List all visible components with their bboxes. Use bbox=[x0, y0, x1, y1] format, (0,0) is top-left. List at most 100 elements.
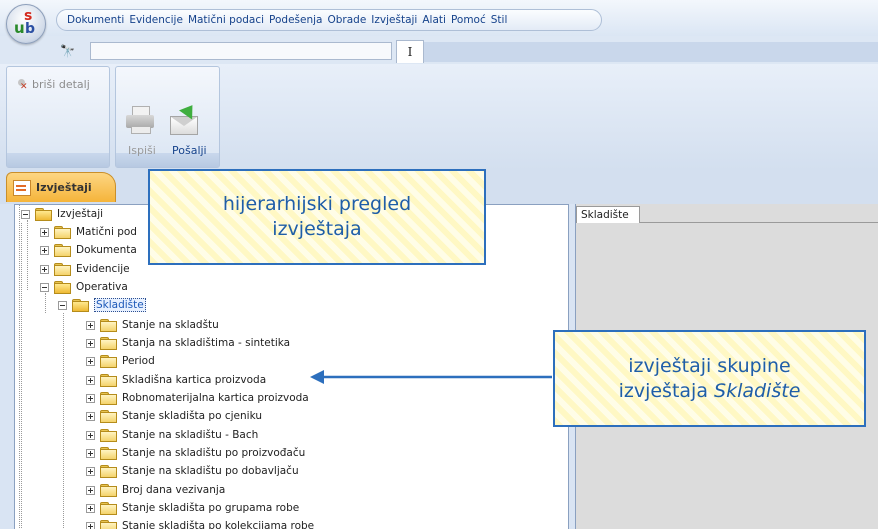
folder-icon bbox=[100, 501, 117, 515]
tab-izvjestaji[interactable]: Izvještaji bbox=[6, 172, 116, 202]
tree-node-report[interactable]: Skladišna kartica proizvoda bbox=[86, 371, 266, 389]
tree-node-report[interactable]: Stanje skladišta po kolekcijama robe bbox=[86, 517, 314, 529]
callout-arrow bbox=[310, 370, 552, 384]
tree-label: Period bbox=[122, 355, 155, 367]
tree-node-operativa[interactable]: Operativa bbox=[40, 278, 128, 296]
tree-label: Stanje na skladištu po proizvođaču bbox=[122, 447, 306, 459]
tree-label: Skladišna kartica proizvoda bbox=[122, 374, 267, 386]
tree-node-izvjestaji[interactable]: Izvještaji bbox=[21, 205, 103, 223]
tree-label-selected: Skladište bbox=[94, 298, 146, 312]
expand-icon[interactable] bbox=[86, 485, 95, 495]
expand-icon[interactable] bbox=[40, 227, 49, 237]
tree-label: Broj dana vezivanja bbox=[122, 484, 226, 496]
send-icon[interactable] bbox=[170, 100, 199, 135]
tree-node-maticni-podaci[interactable]: Matični pod bbox=[40, 223, 137, 241]
tree-node-report[interactable]: Stanje na skladištu po proizvođaču bbox=[86, 444, 305, 462]
tree-connector bbox=[45, 293, 46, 313]
tree-label: Evidencije bbox=[76, 263, 130, 275]
folder-icon bbox=[54, 262, 71, 276]
menu-item-evidencije[interactable]: Evidencije bbox=[129, 14, 183, 26]
tree-node-dokumenta[interactable]: Dokumenta bbox=[40, 241, 137, 259]
binoculars-icon[interactable]: 🔭 bbox=[60, 44, 75, 58]
tree-node-report[interactable]: Stanje na skladštu bbox=[86, 316, 219, 334]
collapse-icon[interactable] bbox=[21, 209, 30, 219]
print-button-label[interactable]: Ispiši bbox=[128, 144, 156, 157]
expand-icon[interactable] bbox=[86, 466, 95, 476]
menu-item-stil[interactable]: Stil bbox=[491, 14, 508, 26]
tree-node-report[interactable]: Stanje skladišta po grupama robe bbox=[86, 499, 299, 517]
send-button-label[interactable]: Pošalji bbox=[172, 144, 207, 157]
tree-node-report[interactable]: Stanja na skladištima - sintetika bbox=[86, 334, 290, 352]
callout-hierarchy: hijerarhijski pregled izvještaja bbox=[148, 169, 486, 265]
tree-node-report[interactable]: Stanje na skladištu po dobavljaču bbox=[86, 462, 299, 480]
delete-detail-button[interactable]: briši detalj bbox=[16, 78, 90, 92]
expand-icon[interactable] bbox=[86, 430, 95, 440]
menu-item-dokumenti[interactable]: Dokumenti bbox=[67, 14, 124, 26]
expand-icon[interactable] bbox=[86, 375, 95, 385]
tree-label: Izvještaji bbox=[57, 208, 104, 220]
menu-item-alati[interactable]: Alati bbox=[422, 14, 446, 26]
delete-detail-icon bbox=[16, 78, 28, 92]
tree-connector bbox=[27, 220, 28, 290]
expand-icon[interactable] bbox=[86, 320, 95, 330]
collapse-icon[interactable] bbox=[40, 282, 49, 292]
tree-label: Stanje skladišta po cjeniku bbox=[122, 410, 262, 422]
tree-node-report[interactable]: Stanje na skladištu - Bach bbox=[86, 426, 258, 444]
expand-icon[interactable] bbox=[86, 503, 95, 513]
folder-icon bbox=[100, 428, 117, 442]
delete-detail-label: briši detalj bbox=[32, 78, 90, 91]
tree-label: Stanje na skladštu bbox=[122, 319, 219, 331]
folder-icon bbox=[100, 446, 117, 460]
expand-icon[interactable] bbox=[40, 264, 49, 274]
tree-node-report[interactable]: Stanje skladišta po cjeniku bbox=[86, 407, 262, 425]
printer-icon[interactable] bbox=[126, 106, 154, 134]
menu-item-maticni-podaci[interactable]: Matični podaci bbox=[188, 14, 264, 26]
tree-label: Operativa bbox=[76, 281, 128, 293]
tab-i[interactable]: I bbox=[396, 40, 424, 63]
quick-search-input[interactable] bbox=[90, 42, 392, 60]
expand-icon[interactable] bbox=[86, 411, 95, 421]
tree-label: Stanja na skladištima - sintetika bbox=[122, 337, 291, 349]
main-menu: Dokumenti Evidencije Matični podaci Pode… bbox=[56, 9, 602, 31]
folder-open-icon bbox=[72, 298, 89, 312]
folder-icon bbox=[100, 519, 117, 529]
app-logo[interactable]: u s b bbox=[6, 4, 46, 44]
tree-label: Stanje na skladištu po dobavljaču bbox=[122, 465, 299, 477]
menu-item-podesenja[interactable]: Podešenja bbox=[269, 14, 322, 26]
tree-label: Stanje skladišta po grupama robe bbox=[122, 502, 300, 514]
callout-group-line2: izvještaja Skladište bbox=[619, 379, 801, 404]
folder-icon bbox=[100, 354, 117, 368]
tab-skladiste[interactable]: Skladište bbox=[576, 206, 640, 223]
folder-icon bbox=[100, 391, 117, 405]
callout-hierarchy-line1: hijerarhijski pregled bbox=[222, 193, 412, 215]
collapse-icon[interactable] bbox=[58, 300, 67, 310]
expand-icon[interactable] bbox=[40, 245, 49, 255]
tree-node-evidencije[interactable]: Evidencije bbox=[40, 260, 130, 278]
folder-icon bbox=[100, 409, 117, 423]
tree-node-report[interactable]: Robnomaterijalna kartica proizvoda bbox=[86, 389, 309, 407]
folder-icon bbox=[100, 336, 117, 350]
tree-node-skladiste[interactable]: Skladište bbox=[58, 296, 146, 314]
tree-label: Dokumenta bbox=[76, 244, 137, 256]
expand-icon[interactable] bbox=[86, 448, 95, 458]
menu-item-obrade[interactable]: Obrade bbox=[327, 14, 366, 26]
callout-group-line2-prefix: izvještaja bbox=[618, 379, 715, 402]
tree-label: Matični pod bbox=[76, 226, 137, 238]
expand-icon[interactable] bbox=[86, 393, 95, 403]
tree-label: Stanje na skladištu - Bach bbox=[122, 429, 259, 441]
tree-connector bbox=[21, 223, 22, 529]
menu-item-pomoc[interactable]: Pomoć bbox=[451, 14, 486, 26]
expand-icon[interactable] bbox=[86, 521, 95, 529]
callout-hierarchy-line2: izvještaja bbox=[272, 218, 362, 240]
folder-icon bbox=[54, 225, 71, 239]
expand-icon[interactable] bbox=[86, 338, 95, 348]
report-document-icon bbox=[13, 179, 31, 196]
menu-item-izvjestaji[interactable]: Izvještaji bbox=[371, 14, 417, 26]
folder-open-icon bbox=[35, 207, 52, 221]
ribbon-group-footer bbox=[7, 153, 109, 167]
folder-icon bbox=[54, 243, 71, 257]
folder-icon bbox=[100, 318, 117, 332]
tree-node-report[interactable]: Period bbox=[86, 352, 155, 370]
tree-node-report[interactable]: Broj dana vezivanja bbox=[86, 481, 225, 499]
expand-icon[interactable] bbox=[86, 356, 95, 366]
